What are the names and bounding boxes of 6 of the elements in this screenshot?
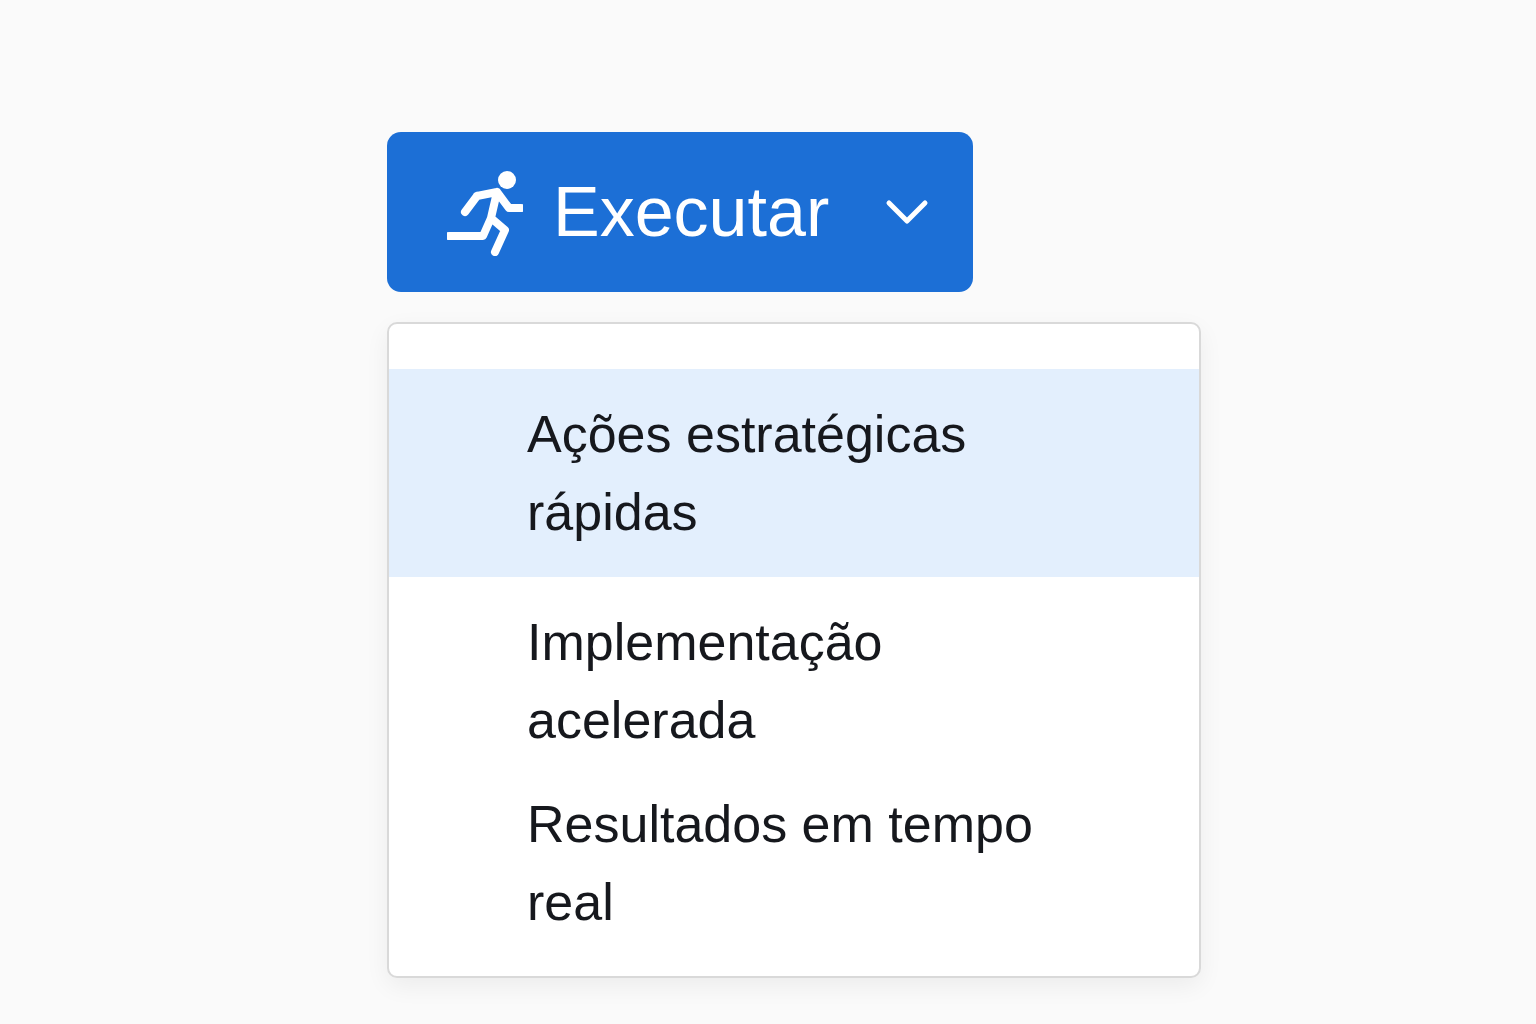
run-button[interactable]: Executar: [387, 132, 973, 292]
menu-item[interactable]: Implementação acelerada: [389, 577, 1199, 759]
running-person-icon: [447, 168, 523, 256]
chevron-down-icon: [885, 199, 929, 225]
menu-item[interactable]: Resultados em tempo real: [389, 759, 1199, 941]
menu-item[interactable]: Ações estratégicas rápidas: [389, 369, 1199, 577]
